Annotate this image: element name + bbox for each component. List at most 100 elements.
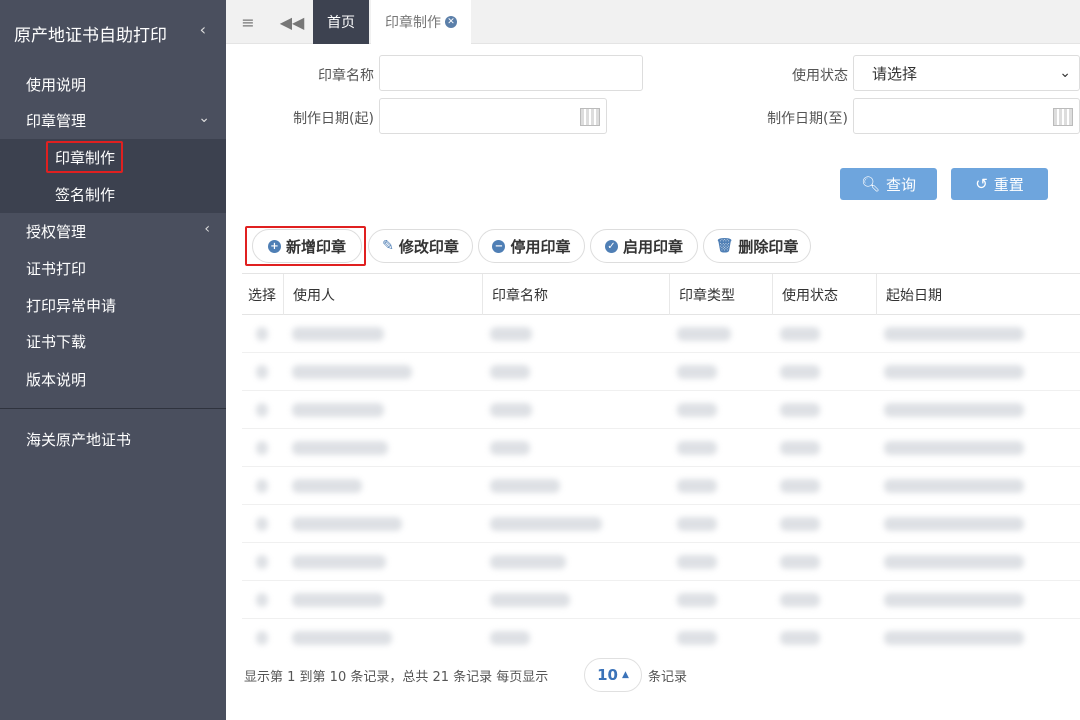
row-checkbox[interactable] bbox=[256, 593, 268, 607]
row-checkbox[interactable] bbox=[256, 441, 268, 455]
chevron-down-icon: ⌄ bbox=[198, 110, 210, 126]
sidebar-item-certificate-download[interactable]: 证书下载 bbox=[0, 323, 226, 359]
query-button[interactable]: 🔍︎ 查询 bbox=[840, 168, 937, 200]
blurred-cell bbox=[490, 593, 570, 607]
query-button-label: 查询 bbox=[886, 175, 917, 194]
tab-bar: ≡ ◀◀ 首页 印章制作 ✕ bbox=[226, 0, 1080, 44]
blurred-cell bbox=[677, 555, 717, 569]
blurred-cell bbox=[884, 403, 1024, 417]
row-checkbox[interactable] bbox=[256, 555, 268, 569]
date-from-label: 制作日期(起) bbox=[293, 111, 374, 127]
blurred-cell bbox=[884, 517, 1024, 531]
date-from-input[interactable] bbox=[379, 98, 607, 134]
sidebar-item-label: 使用说明 bbox=[26, 75, 87, 94]
blurred-cell bbox=[292, 555, 386, 569]
blurred-cell bbox=[884, 479, 1024, 493]
column-header-start-date[interactable]: 起始日期 bbox=[876, 274, 1080, 315]
table-row[interactable] bbox=[242, 581, 1080, 619]
search-icon: 🔍︎ bbox=[860, 175, 881, 193]
blurred-cell bbox=[780, 631, 820, 645]
calendar-icon[interactable] bbox=[580, 108, 600, 126]
row-checkbox[interactable] bbox=[256, 517, 268, 531]
seal-name-input[interactable] bbox=[379, 55, 643, 91]
date-to-input[interactable] bbox=[853, 98, 1080, 134]
sidebar-item-seal-management[interactable]: 印章管理 ⌄ bbox=[0, 102, 226, 138]
caret-up-icon: ▲ bbox=[621, 670, 629, 680]
enable-seal-button[interactable]: ✓ 启用印章 bbox=[590, 229, 698, 263]
edit-seal-button[interactable]: ✎ 修改印章 bbox=[368, 229, 473, 263]
scroll-tabs-left-icon[interactable]: ◀◀ bbox=[280, 0, 305, 44]
sidebar-item-certificate-print[interactable]: 证书打印 bbox=[0, 250, 226, 286]
calendar-icon[interactable] bbox=[1053, 108, 1073, 126]
tab-home[interactable]: 首页 bbox=[313, 0, 369, 44]
edit-seal-label: 修改印章 bbox=[398, 237, 459, 256]
blurred-cell bbox=[292, 365, 412, 379]
sidebar-item-label: 版本说明 bbox=[26, 370, 87, 389]
blurred-cell bbox=[292, 631, 392, 645]
blurred-cell bbox=[677, 365, 717, 379]
sidebar-item-customs-certificate[interactable]: 海关原产地证书 bbox=[0, 421, 226, 457]
page-size-select[interactable]: 10 ▲ bbox=[584, 658, 642, 692]
highlight-box-seal-making bbox=[46, 141, 123, 173]
column-header-status[interactable]: 使用状态 bbox=[772, 274, 876, 315]
sidebar-item-label: 印章管理 bbox=[26, 111, 87, 130]
sidebar-item-label: 证书下载 bbox=[26, 332, 87, 351]
blurred-cell bbox=[677, 593, 717, 607]
page-size-value: 10 bbox=[597, 666, 618, 684]
blurred-cell bbox=[292, 403, 384, 417]
sidebar-item-label: 授权管理 bbox=[26, 222, 87, 241]
sidebar-item-version-notes[interactable]: 版本说明 bbox=[0, 361, 226, 397]
table-row[interactable] bbox=[242, 619, 1080, 651]
column-header-user[interactable]: 使用人 bbox=[283, 274, 482, 315]
delete-seal-button[interactable]: 🗑︎ 删除印章 bbox=[703, 229, 811, 263]
blurred-cell bbox=[677, 403, 717, 417]
tab-home-label: 首页 bbox=[327, 15, 355, 31]
blurred-cell bbox=[292, 327, 384, 341]
table-row[interactable] bbox=[242, 315, 1080, 353]
sidebar-item-print-exception[interactable]: 打印异常申请 bbox=[0, 287, 226, 323]
tab-seal-making[interactable]: 印章制作 ✕ bbox=[371, 0, 471, 44]
sidebar-item-label: 签名制作 bbox=[55, 185, 116, 204]
row-checkbox[interactable] bbox=[256, 479, 268, 493]
chevron-down-icon: ⌄ bbox=[1059, 65, 1071, 81]
column-header-seal-type[interactable]: 印章类型 bbox=[669, 274, 772, 315]
table-row[interactable] bbox=[242, 467, 1080, 505]
sidebar-item-signature-making[interactable]: 签名制作 bbox=[0, 176, 226, 212]
table-row[interactable] bbox=[242, 505, 1080, 543]
blurred-cell bbox=[292, 517, 402, 531]
blurred-cell bbox=[490, 403, 532, 417]
sidebar: 原产地证书自助打印 ‹ 使用说明 印章管理 ⌄ 印章制作 签名制作 授权管理 ‹… bbox=[0, 0, 226, 720]
menu-icon[interactable]: ≡ bbox=[236, 0, 260, 44]
close-icon[interactable]: ✕ bbox=[445, 16, 457, 28]
sidebar-item-usage-guide[interactable]: 使用说明 bbox=[0, 66, 226, 102]
blurred-cell bbox=[490, 631, 530, 645]
table-row[interactable] bbox=[242, 353, 1080, 391]
table-row[interactable] bbox=[242, 391, 1080, 429]
row-checkbox[interactable] bbox=[256, 631, 268, 645]
reset-button-label: 重置 bbox=[993, 175, 1024, 194]
disable-seal-button[interactable]: − 停用印章 bbox=[478, 229, 585, 263]
blurred-cell bbox=[677, 517, 717, 531]
table-row[interactable] bbox=[242, 429, 1080, 467]
sidebar-item-authorization[interactable]: 授权管理 ‹ bbox=[0, 213, 226, 249]
sidebar-item-label: 海关原产地证书 bbox=[26, 430, 132, 449]
sidebar-divider bbox=[0, 408, 226, 409]
row-checkbox[interactable] bbox=[256, 327, 268, 341]
blurred-cell bbox=[780, 593, 820, 607]
row-checkbox[interactable] bbox=[256, 365, 268, 379]
table-row[interactable] bbox=[242, 543, 1080, 581]
column-header-seal-name[interactable]: 印章名称 bbox=[482, 274, 669, 315]
blurred-cell bbox=[780, 441, 820, 455]
collapse-sidebar-icon[interactable]: ‹ bbox=[200, 20, 206, 39]
blurred-cell bbox=[677, 479, 717, 493]
tab-seal-making-label: 印章制作 bbox=[385, 15, 441, 31]
blurred-cell bbox=[884, 593, 1024, 607]
seal-name-label: 印章名称 bbox=[318, 68, 374, 84]
sidebar-item-label: 证书打印 bbox=[26, 259, 87, 278]
check-icon: ✓ bbox=[604, 239, 618, 253]
blurred-cell bbox=[884, 365, 1024, 379]
row-checkbox[interactable] bbox=[256, 403, 268, 417]
reset-button[interactable]: ↺ 重置 bbox=[951, 168, 1048, 200]
status-select[interactable]: 请选择 ⌄ bbox=[853, 55, 1080, 91]
blurred-cell bbox=[780, 327, 820, 341]
